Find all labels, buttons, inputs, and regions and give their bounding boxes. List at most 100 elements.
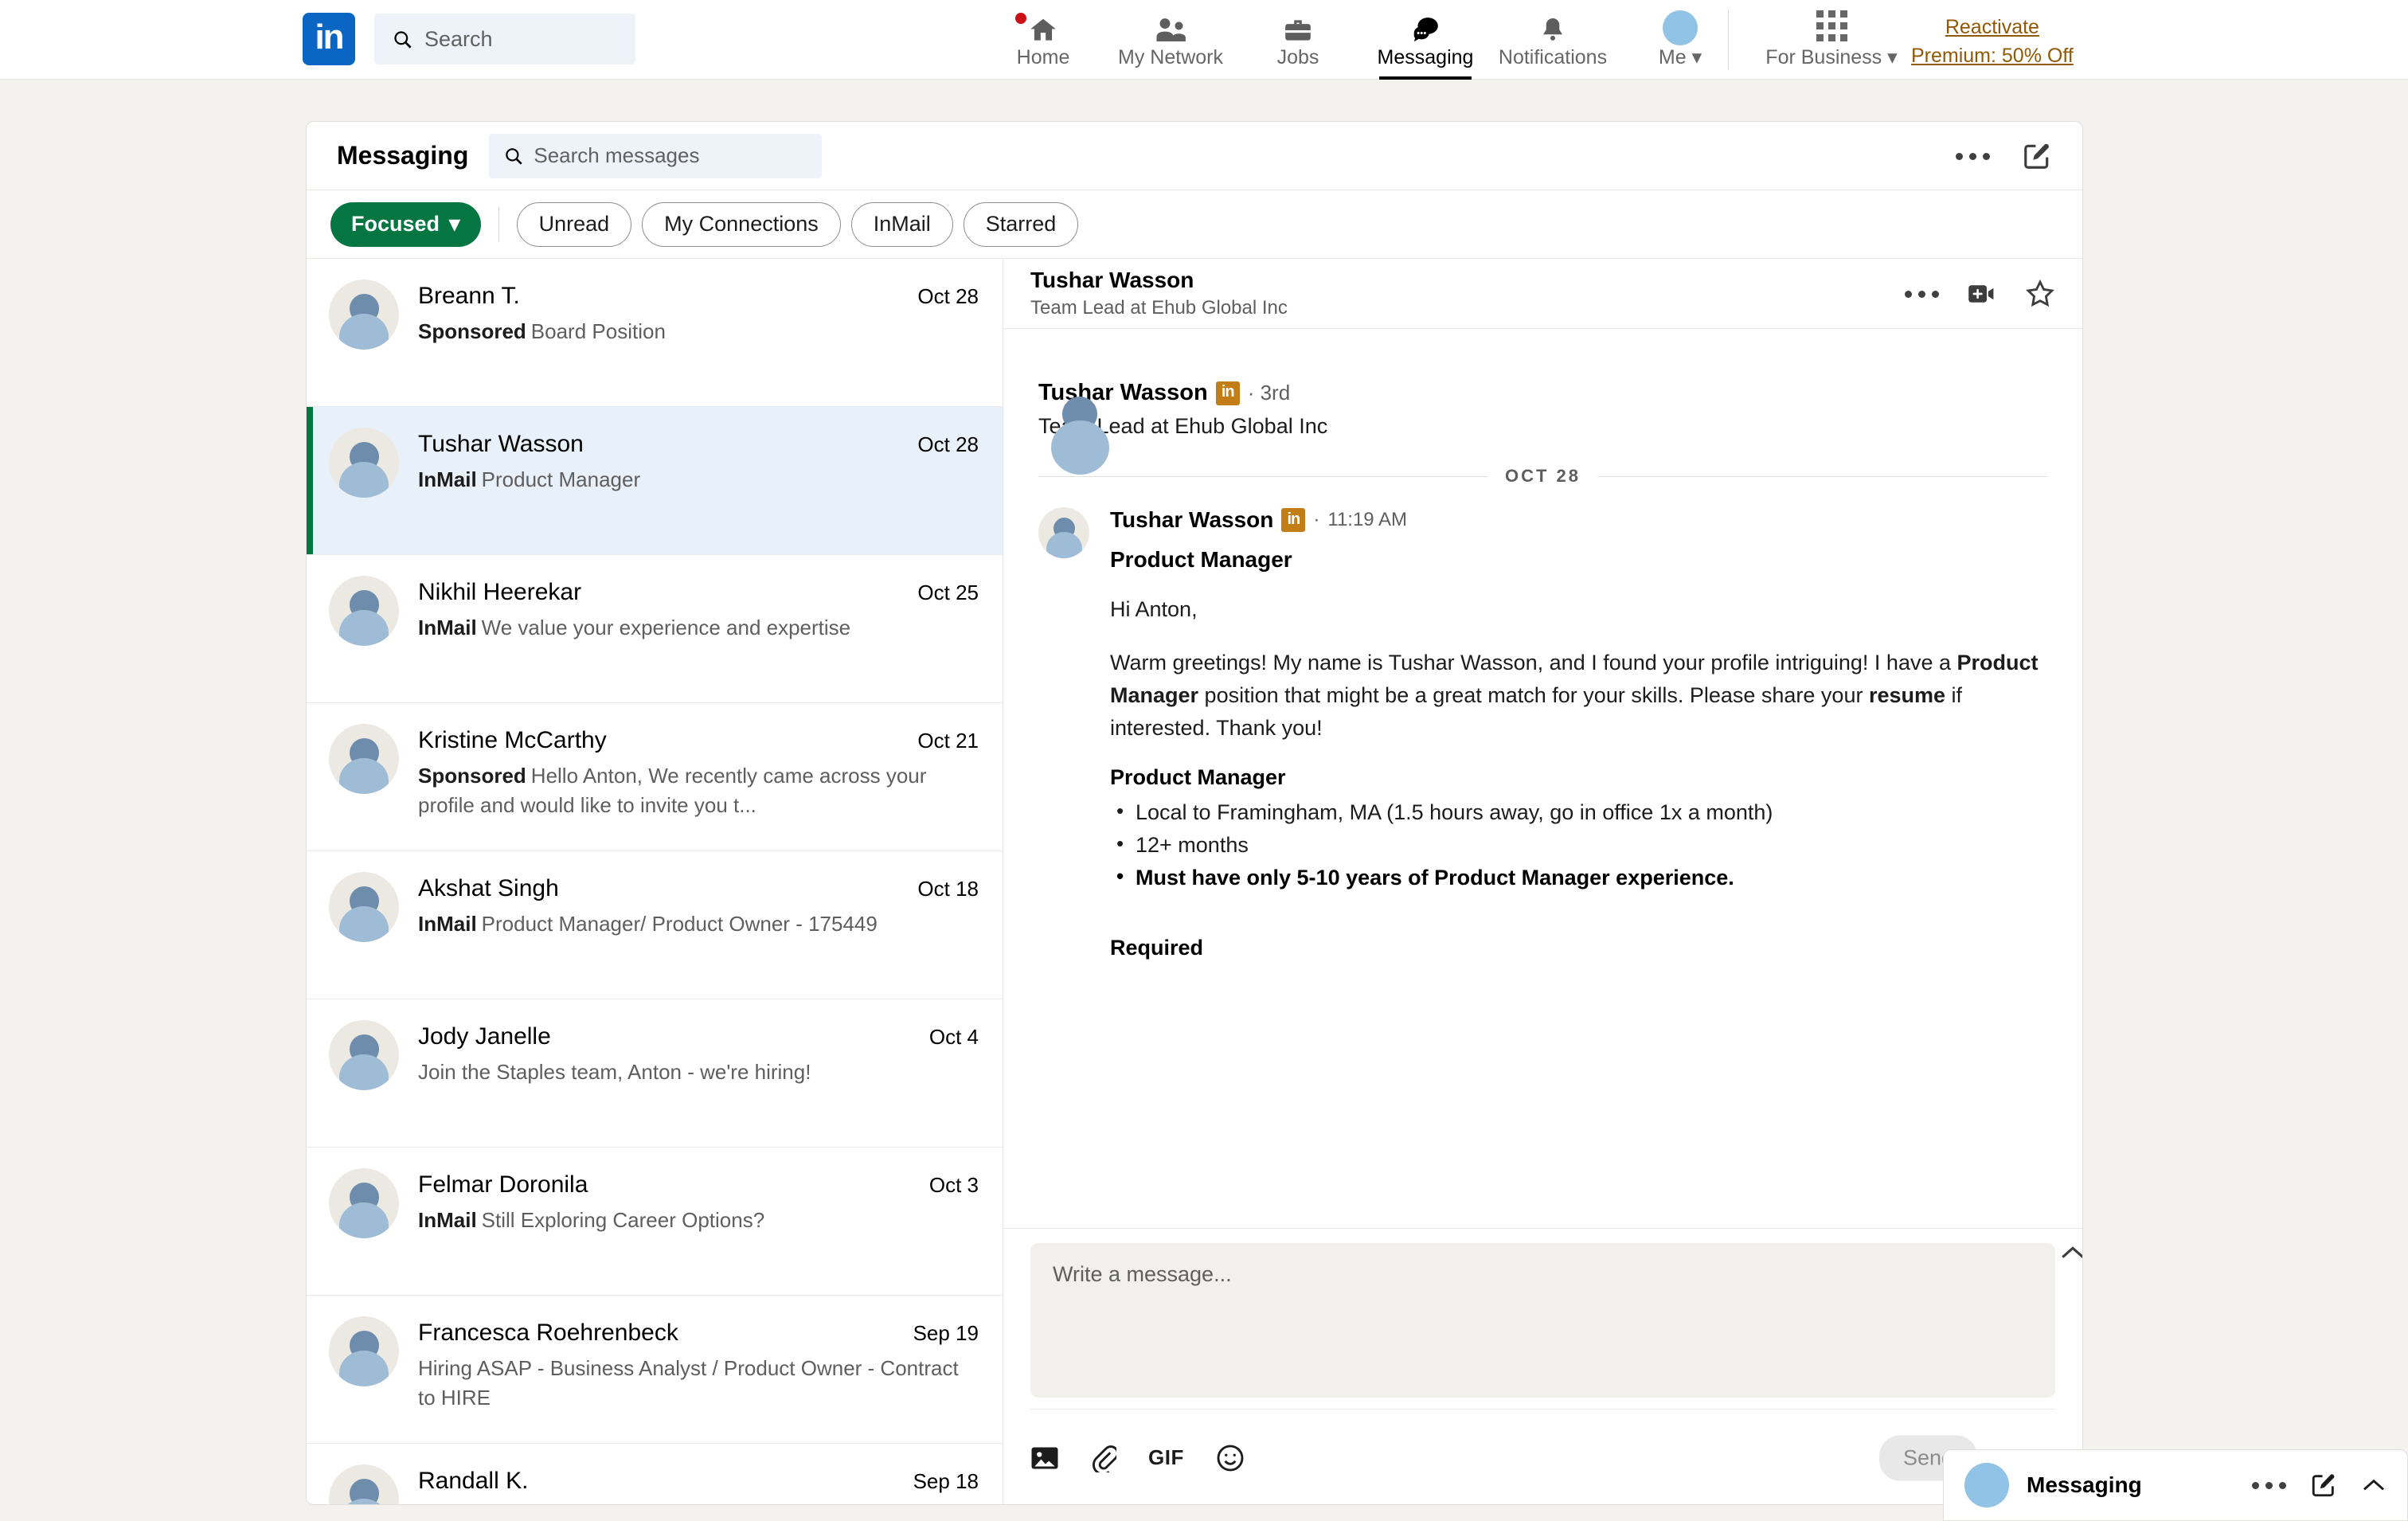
list-item[interactable]: Nikhil Heerekar Oct 25 InMail We value yo… [307, 555, 1003, 703]
nav-item-label: My Network [1118, 46, 1223, 68]
conversation-date: Oct 18 [917, 877, 979, 901]
thread-header-actions [1905, 259, 2055, 329]
chevron-up-icon[interactable] [2055, 1235, 2082, 1270]
global-navbar: in Search Home My Network Jobs Messaging… [0, 0, 2408, 80]
conversation-list[interactable]: Breann T. Oct 28 Sponsored Board Position… [307, 259, 1003, 1504]
filter-pill-starred[interactable]: Starred [963, 201, 1079, 247]
image-icon[interactable] [1030, 1445, 1059, 1472]
chevron-down-icon: ▾ [1691, 46, 1702, 68]
nav-item-label: Home [1016, 46, 1070, 68]
conversation-date: Oct 21 [917, 729, 979, 753]
participant-profile-card[interactable]: Tushar Wasson in · 3rd Team Lead at Ehub… [1038, 380, 2047, 475]
avatar [1964, 1463, 2009, 1507]
overlay-title: Messaging [2027, 1472, 2142, 1497]
filter-pill-unread[interactable]: Unread [516, 201, 632, 247]
for-business-label: For Business ▾ [1765, 46, 1898, 68]
emoji-icon[interactable] [1216, 1444, 1245, 1472]
chevron-up-icon[interactable] [2361, 1476, 2386, 1494]
focused-filter-button[interactable]: Focused ▾ [330, 201, 481, 247]
avatar [329, 724, 399, 794]
thread-messages[interactable]: Tushar Wasson in · 3rd Team Lead at Ehub… [1003, 329, 2082, 1228]
avatar [329, 280, 399, 350]
more-options-icon[interactable] [1905, 290, 1939, 298]
list-item: Must have only 5-10 years of Product Man… [1110, 861, 2047, 894]
list-item[interactable]: Felmar Doronila Oct 3 InMail Still Explor… [307, 1148, 1003, 1296]
search-icon [394, 30, 412, 49]
list-item[interactable]: Francesca Roehrenbeck Sep 19 Hiring ASAP… [307, 1296, 1003, 1444]
list-item[interactable]: Tushar Wasson Oct 28 InMail Product Manag… [307, 407, 1003, 555]
messaging-overlay-bar[interactable]: Messaging [1943, 1449, 2408, 1521]
add-video-meeting-icon[interactable] [1968, 282, 1996, 306]
nav-item-me[interactable]: Me ▾ [1616, 0, 1744, 80]
gif-icon[interactable]: GIF [1148, 1445, 1184, 1470]
attachment-icon[interactable] [1091, 1444, 1116, 1472]
conversation-snippet: Hiring ASAP - Business Analyst / Product… [418, 1355, 959, 1410]
nav-item-label: Notifications [1498, 46, 1608, 68]
list-item[interactable]: Breann T. Oct 28 Sponsored Board Position [307, 259, 1003, 407]
conversation-date: Oct 3 [928, 1173, 979, 1197]
nav-item-jobs[interactable]: Jobs [1234, 0, 1362, 80]
compose-icon[interactable] [2022, 141, 2052, 171]
date-divider-label: OCT 28 [1504, 466, 1581, 486]
conversation-name: Breann T. [418, 283, 520, 309]
conversation-date: Sep 19 [913, 1321, 979, 1345]
conversation-snippet: InMail Still Exploring Career Options? [418, 1207, 765, 1232]
composer-toolbar: GIF Send [1030, 1409, 2055, 1504]
overlay-actions [2252, 1472, 2386, 1499]
conversation-name: Francesca Roehrenbeck [418, 1320, 678, 1346]
nav-item-home[interactable]: Home [979, 0, 1107, 80]
compose-icon[interactable] [2310, 1472, 2337, 1499]
more-options-icon[interactable] [1956, 152, 1990, 160]
conversation-tag: InMail [418, 615, 477, 639]
conversation-name: Akshat Singh [418, 875, 559, 901]
list-item[interactable]: Jody Janelle Oct 4 Join the Staples team… [307, 999, 1003, 1148]
conversation-name: Kristine McCarthy [418, 727, 607, 753]
message-input[interactable]: Write a message... [1030, 1243, 2055, 1398]
search-messages-input[interactable]: Search messages [489, 133, 823, 178]
filter-pill-inmail[interactable]: InMail [850, 201, 953, 247]
thread-participant-name: Tushar Wasson [1030, 267, 1194, 292]
conversation-snippet: Sponsored Hello Anton, We recently came a… [418, 763, 927, 818]
messaging-body: Breann T. Oct 28 Sponsored Board Position… [307, 259, 2082, 1504]
for-business-button[interactable]: For Business ▾ [1760, 0, 1903, 80]
my-network-icon [1154, 12, 1187, 45]
message-body: Warm greetings! My name is Tushar Wasson… [1110, 651, 2039, 741]
profile-headline: Team Lead at Ehub Global Inc [1038, 414, 1328, 438]
conversation-date: Oct 28 [917, 284, 979, 308]
message-meta: Tushar Wasson in · 11:19 AM [1110, 507, 2047, 533]
premium-promo-link[interactable]: Reactivate Premium: 50% Off [1911, 13, 2074, 71]
list-item[interactable]: Akshat Singh Oct 18 InMail Product Manage… [307, 851, 1003, 999]
filter-divider [498, 206, 499, 242]
list-item: 12+ months [1110, 828, 2047, 862]
global-search-placeholder: Search [424, 26, 493, 51]
list-item[interactable]: Kristine McCarthy Oct 21 Sponsored Hello … [307, 703, 1003, 851]
nav-item-my-network[interactable]: My Network [1107, 0, 1234, 80]
conversation-name: Nikhil Heerekar [418, 579, 582, 605]
message-subject: Product Manager [1110, 547, 1292, 572]
profile-name: Tushar Wasson [1038, 380, 1208, 405]
global-search-input[interactable]: Search [374, 14, 635, 65]
avatar [329, 1316, 399, 1386]
avatar [329, 872, 399, 942]
premium-offer-link[interactable]: Premium: 50% Off [1911, 41, 2074, 70]
message-clipped-text: Required [1110, 936, 1204, 960]
list-item[interactable]: Randall K. Sep 18 [307, 1444, 1003, 1504]
nav-item-messaging[interactable]: Messaging [1362, 0, 1489, 80]
nav-item-notifications[interactable]: Notifications [1489, 0, 1616, 80]
focused-filter-label: Focused [351, 212, 440, 236]
avatar [329, 1464, 399, 1504]
filter-pill-my-connections[interactable]: My Connections [642, 201, 841, 247]
search-icon [506, 147, 523, 165]
star-icon[interactable] [2025, 279, 2055, 309]
linkedin-logo[interactable]: in [303, 13, 355, 65]
jobs-icon [1283, 12, 1313, 45]
messaging-icon [1409, 12, 1441, 45]
search-messages-placeholder: Search messages [534, 143, 700, 167]
avatar [329, 428, 399, 498]
reactivate-link[interactable]: Reactivate [1945, 13, 2039, 41]
date-divider: OCT 28 [1038, 466, 2047, 487]
messaging-header-actions [1956, 122, 2052, 190]
nav-divider [1728, 10, 1729, 70]
more-options-icon[interactable] [2252, 1481, 2286, 1489]
conversation-name: Felmar Doronila [418, 1171, 588, 1198]
